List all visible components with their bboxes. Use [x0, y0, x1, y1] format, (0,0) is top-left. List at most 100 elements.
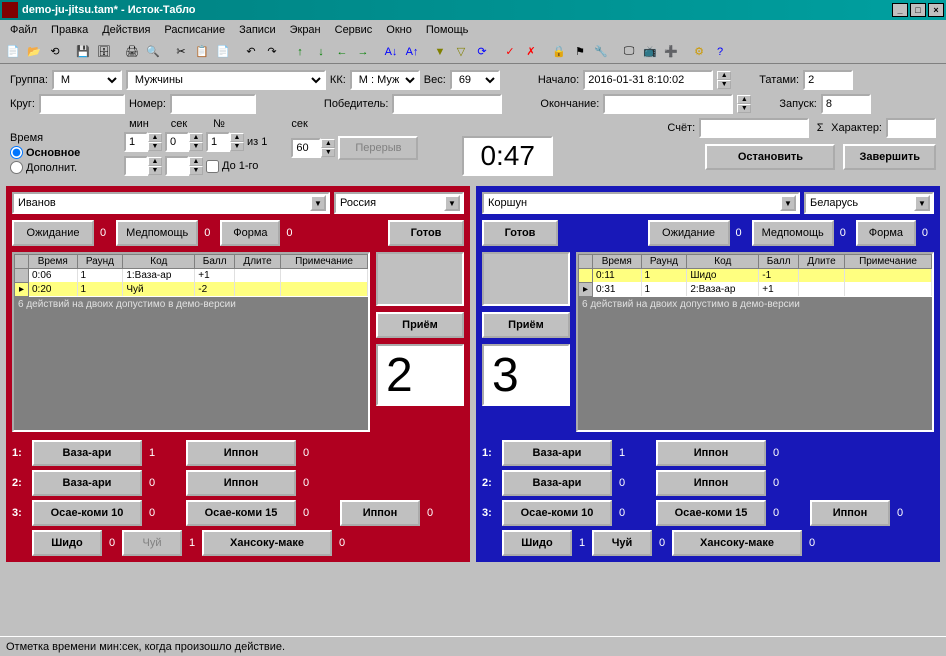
blue-chui[interactable]: Чуй — [592, 530, 652, 556]
red-2-vazaari[interactable]: Ваза-ари — [32, 470, 142, 496]
blue-3-ippon[interactable]: Иппон — [810, 500, 890, 526]
group-select[interactable]: М — [52, 70, 122, 90]
red-chui[interactable]: Чуй — [122, 530, 182, 556]
red-3-osae15[interactable]: Осае-коми 15 — [186, 500, 296, 526]
cross-icon[interactable]: ✗ — [522, 43, 540, 61]
preview-icon[interactable]: 🔍 — [144, 43, 162, 61]
blue-country-select[interactable]: Беларусь▼ — [804, 192, 934, 214]
end-down[interactable]: ▼ — [737, 104, 751, 113]
screen-icon[interactable]: 🖵 — [620, 43, 638, 61]
red-wait-button[interactable]: Ожидание — [12, 220, 94, 246]
finish-button[interactable]: Завершить — [843, 144, 936, 170]
group-name-select[interactable]: Мужчины — [126, 70, 326, 90]
red-shido[interactable]: Шидо — [32, 530, 102, 556]
round-input[interactable] — [39, 94, 125, 114]
arrow-down-icon[interactable]: ↓ — [312, 43, 330, 61]
char-input[interactable] — [886, 118, 936, 138]
blue-2-vazaari[interactable]: Ваза-ари — [502, 470, 612, 496]
menu-actions[interactable]: Действия — [96, 22, 156, 38]
sec2b-input[interactable] — [165, 156, 189, 176]
number-input[interactable] — [170, 94, 256, 114]
sort-asc-icon[interactable]: A↓ — [382, 43, 400, 61]
gear-icon[interactable]: ⚙ — [690, 43, 708, 61]
sort-desc-icon[interactable]: A↑ — [403, 43, 421, 61]
minimize-button[interactable]: _ — [892, 3, 908, 17]
red-country-select[interactable]: Россия▼ — [334, 192, 464, 214]
help-icon[interactable]: ? — [711, 43, 729, 61]
blue-ready-button[interactable]: Готов — [482, 220, 558, 246]
saveall-icon[interactable]: 🗄 — [95, 43, 113, 61]
save-icon[interactable]: 💾 — [74, 43, 92, 61]
start-up[interactable]: ▲ — [717, 71, 731, 80]
nav-icon[interactable]: ⟲ — [46, 43, 64, 61]
min-input[interactable] — [124, 132, 148, 152]
maximize-button[interactable]: □ — [910, 3, 926, 17]
undo-icon[interactable]: ↶ — [242, 43, 260, 61]
red-form-button[interactable]: Форма — [220, 220, 280, 246]
blue-shido[interactable]: Шидо — [502, 530, 572, 556]
filter-icon[interactable]: ▼ — [431, 43, 449, 61]
menu-screen[interactable]: Экран — [284, 22, 327, 38]
copy-icon[interactable]: 📋 — [193, 43, 211, 61]
weight-select[interactable]: 69 — [450, 70, 500, 90]
red-1-vazaari[interactable]: Ваза-ари — [32, 440, 142, 466]
end-input[interactable] — [603, 94, 733, 114]
filter2-icon[interactable]: ▽ — [452, 43, 470, 61]
extra-radio[interactable]: Дополнит. — [10, 161, 120, 174]
menu-schedule[interactable]: Расписание — [158, 22, 231, 38]
display-icon[interactable]: 📺 — [641, 43, 659, 61]
main-radio[interactable]: Основное — [10, 146, 120, 159]
winner-input[interactable] — [392, 94, 502, 114]
blue-accept-button[interactable]: Приём — [482, 312, 570, 338]
blue-fighter-select[interactable]: Коршун▼ — [482, 192, 800, 214]
cut-icon[interactable]: ✂ — [172, 43, 190, 61]
red-1-ippon[interactable]: Иппон — [186, 440, 296, 466]
close-button[interactable]: × — [928, 3, 944, 17]
arrow-left-icon[interactable]: ← — [333, 43, 351, 61]
red-2-ippon[interactable]: Иппон — [186, 470, 296, 496]
start-input[interactable] — [583, 70, 713, 90]
menu-records[interactable]: Записи — [233, 22, 282, 38]
red-hansoku[interactable]: Хансоку-маке — [202, 530, 332, 556]
red-med-button[interactable]: Медпомощь — [116, 220, 198, 246]
stop-button[interactable]: Остановить — [705, 144, 835, 170]
sec-input[interactable] — [165, 132, 189, 152]
blue-med-button[interactable]: Медпомощь — [752, 220, 834, 246]
min2-input[interactable] — [124, 156, 148, 176]
open-icon[interactable]: 📂 — [25, 43, 43, 61]
launch-input[interactable] — [821, 94, 871, 114]
arrow-right-icon[interactable]: → — [354, 43, 372, 61]
plus-icon[interactable]: ➕ — [662, 43, 680, 61]
score-input[interactable] — [699, 118, 809, 138]
upto-check[interactable]: До 1-го — [206, 160, 258, 173]
red-grid[interactable]: ВремяРаундКодБаллДлитеПримечание 0:0611:… — [12, 252, 370, 432]
menu-file[interactable]: Файл — [4, 22, 43, 38]
blue-3-osae10[interactable]: Осае-коми 10 — [502, 500, 612, 526]
menu-service[interactable]: Сервис — [329, 22, 379, 38]
num-input[interactable] — [206, 132, 230, 152]
kk-select[interactable]: М : Мужчи — [350, 70, 420, 90]
new-icon[interactable]: 📄 — [4, 43, 22, 61]
red-ready-button[interactable]: Готов — [388, 220, 464, 246]
arrow-up-icon[interactable]: ↑ — [291, 43, 309, 61]
lock-icon[interactable]: 🔒 — [550, 43, 568, 61]
blue-2-ippon[interactable]: Иппон — [656, 470, 766, 496]
red-3-ippon[interactable]: Иппон — [340, 500, 420, 526]
blue-form-button[interactable]: Форма — [856, 220, 916, 246]
blue-hansoku[interactable]: Хансоку-маке — [672, 530, 802, 556]
break-button[interactable]: Перерыв — [338, 136, 418, 160]
red-3-osae10[interactable]: Осае-коми 10 — [32, 500, 142, 526]
tool-icon[interactable]: 🔧 — [592, 43, 610, 61]
tatami-input[interactable] — [803, 70, 853, 90]
blue-1-vazaari[interactable]: Ваза-ари — [502, 440, 612, 466]
menu-window[interactable]: Окно — [380, 22, 418, 38]
end-up[interactable]: ▲ — [737, 95, 751, 104]
blue-grid[interactable]: ВремяРаундКодБаллДлитеПримечание 0:111Ши… — [576, 252, 934, 432]
check-icon[interactable]: ✓ — [501, 43, 519, 61]
blue-3-osae15[interactable]: Осае-коми 15 — [656, 500, 766, 526]
blue-1-ippon[interactable]: Иппон — [656, 440, 766, 466]
refresh-icon[interactable]: ⟳ — [473, 43, 491, 61]
menu-edit[interactable]: Правка — [45, 22, 94, 38]
redo-icon[interactable]: ↷ — [263, 43, 281, 61]
print-icon[interactable]: 🖨 — [123, 43, 141, 61]
